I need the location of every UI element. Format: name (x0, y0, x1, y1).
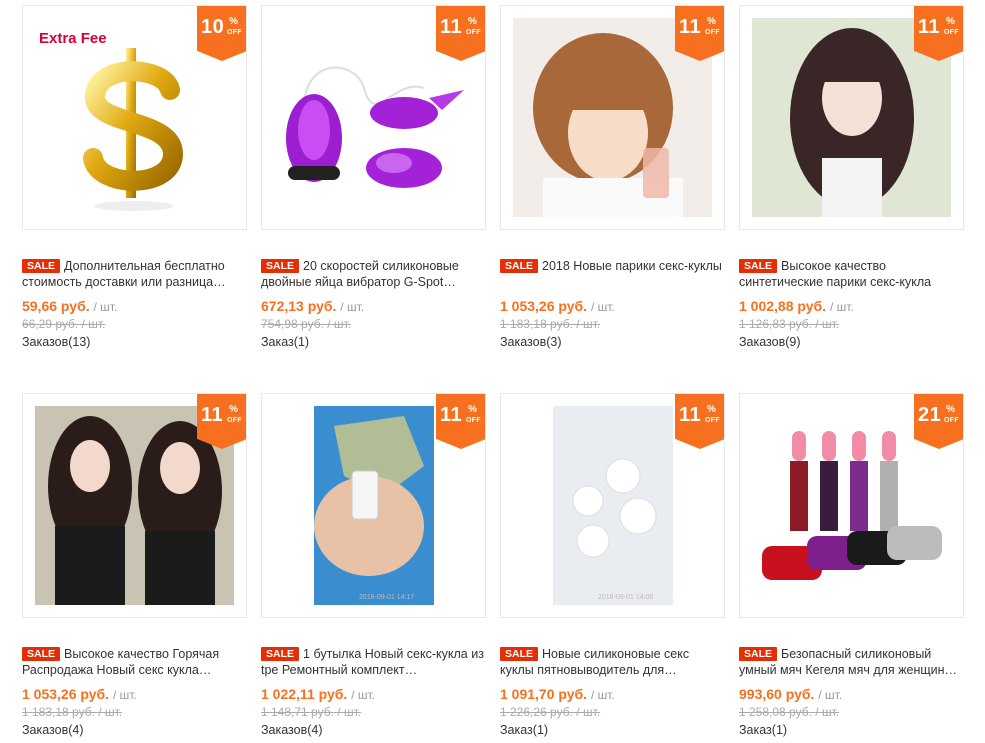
discount-badge: 11 % OFF (436, 394, 485, 449)
product-card[interactable]: Extra Fee 10 % OFF SALE Дополнительная бе… (22, 5, 247, 349)
sale-badge: SALE (739, 259, 778, 273)
discount-badge: 11 % OFF (675, 394, 724, 449)
orders-count: Заказов(4) (261, 723, 323, 737)
product-title[interactable]: SALE Новые силиконовые секс куклы пятновы… (500, 646, 725, 678)
product-title[interactable]: SALE 1 бутылка Новый секс-кукла из tpe Ре… (261, 646, 486, 678)
product-title[interactable]: SALE 20 скоростей силиконовые двойные яйц… (261, 258, 486, 290)
original-price: 754,98 руб. / шт. (261, 317, 352, 331)
extra-fee-text: Extra Fee (39, 30, 107, 47)
orders-count: Заказов(4) (22, 723, 84, 737)
orders-count: Заказ(1) (739, 723, 788, 737)
product-price: 1 022,11 руб. / шт. (261, 686, 375, 702)
product-image[interactable]: 11 % OFF (739, 5, 964, 230)
orders-count: Заказ(1) (500, 723, 549, 737)
product-price: 59,66 руб. / шт. (22, 298, 118, 314)
product-card[interactable]: 11 % OFF SALE Высокое качество синтетичес… (739, 5, 964, 349)
product-card[interactable]: 21 % OFF SALE Безопасный силиконовый умны… (739, 393, 964, 737)
product-price: 1 053,26 руб. / шт. (500, 298, 615, 314)
product-title[interactable]: SALE Высокое качество Горячая Распродажа … (22, 646, 247, 678)
discount-badge: 11 % OFF (197, 394, 246, 449)
orders-count: Заказов(13) (22, 335, 91, 349)
sale-badge: SALE (22, 647, 61, 661)
product-card[interactable]: 11 % OFF SALE Высокое качество Горячая Ра… (22, 393, 247, 737)
original-price: 1 126,83 руб. / шт. (739, 317, 840, 331)
product-title[interactable]: SALE Безопасный силиконовый умный мяч Кег… (739, 646, 964, 678)
orders-count: Заказ(1) (261, 335, 310, 349)
discount-badge: 21 % OFF (914, 394, 963, 449)
photo-timestamp: 2016-09-01 14:06 (598, 594, 654, 601)
sale-badge: SALE (261, 647, 300, 661)
original-price: 1 183,18 руб. / шт. (22, 705, 123, 719)
product-price: 1 091,70 руб. / шт. (500, 686, 615, 702)
discount-badge: 11 % OFF (675, 6, 724, 61)
original-price: 1 148,71 руб. / шт. (261, 705, 362, 719)
product-price: 1 002,88 руб. / шт. (739, 298, 854, 314)
product-card[interactable]: 11 % OFF SALE 20 скоростей силиконовые дв… (261, 5, 486, 349)
discount-badge: 11 % OFF (436, 6, 485, 61)
product-title[interactable]: SALE Высокое качество синтетические парик… (739, 258, 964, 290)
sale-badge: SALE (500, 259, 539, 273)
product-image[interactable]: 2016-09-01 14:17 11 % OFF (261, 393, 486, 618)
original-price: 1 183,18 руб. / шт. (500, 317, 601, 331)
discount-badge: 11 % OFF (914, 6, 963, 61)
product-card[interactable]: 2016-09-01 14:06 11 % OFF SALE Новые сили… (500, 393, 725, 737)
product-card[interactable]: 11 % OFF SALE 2018 Новые парики секс-кукл… (500, 5, 725, 349)
product-price: 672,13 руб. / шт. (261, 298, 365, 314)
sale-badge: SALE (261, 259, 300, 273)
product-image[interactable]: Extra Fee 10 % OFF (22, 5, 247, 230)
product-image[interactable]: 11 % OFF (500, 5, 725, 230)
photo-timestamp: 2016-09-01 14:17 (359, 594, 415, 601)
product-image[interactable]: 11 % OFF (261, 5, 486, 230)
orders-count: Заказов(3) (500, 335, 562, 349)
product-title[interactable]: SALE 2018 Новые парики секс-куклы (500, 258, 725, 290)
original-price: 1 226,26 руб. / шт. (500, 705, 601, 719)
discount-badge: 10 % OFF (197, 6, 246, 61)
product-card[interactable]: 2016-09-01 14:17 11 % OFF SALE 1 бутылка … (261, 393, 486, 737)
original-price: 1 258,08 руб. / шт. (739, 705, 840, 719)
product-title[interactable]: SALE Дополнительная бесплатно стоимость д… (22, 258, 247, 290)
sale-badge: SALE (500, 647, 539, 661)
product-price: 993,60 руб. / шт. (739, 686, 843, 702)
product-image[interactable]: 21 % OFF (739, 393, 964, 618)
orders-count: Заказов(9) (739, 335, 801, 349)
sale-badge: SALE (739, 647, 778, 661)
sale-badge: SALE (22, 259, 61, 273)
product-price: 1 053,26 руб. / шт. (22, 686, 137, 702)
original-price: 66,29 руб. / шт. (22, 317, 106, 331)
product-image[interactable]: 11 % OFF (22, 393, 247, 618)
product-image[interactable]: 2016-09-01 14:06 11 % OFF (500, 393, 725, 618)
